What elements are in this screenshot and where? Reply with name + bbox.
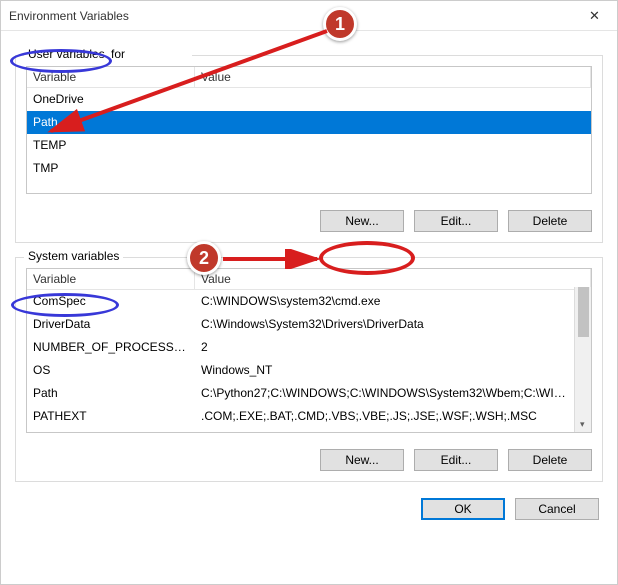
- dialog-content: User variables for Variable Value OneDri…: [1, 31, 617, 534]
- system-variables-label: System variables: [24, 249, 123, 263]
- variable-name: OS: [27, 359, 195, 382]
- variable-name: PATHEXT: [27, 405, 195, 428]
- list-item[interactable]: NUMBER_OF_PROCESSORS2: [27, 336, 574, 359]
- user-edit-button[interactable]: Edit...: [414, 210, 498, 232]
- system-edit-button[interactable]: Edit...: [414, 449, 498, 471]
- scrollbar[interactable]: ▾: [574, 287, 591, 432]
- environment-variables-dialog: Environment Variables ✕ User variables f…: [0, 0, 618, 585]
- user-new-button[interactable]: New...: [320, 210, 404, 232]
- header-variable[interactable]: Variable: [27, 269, 195, 289]
- list-item[interactable]: TEMP: [27, 134, 591, 157]
- variable-value: 2: [195, 336, 574, 359]
- variable-value: [195, 88, 591, 111]
- list-header: Variable Value: [27, 269, 591, 290]
- variable-name: OneDrive: [27, 88, 195, 111]
- list-item[interactable]: DriverDataC:\Windows\System32\Drivers\Dr…: [27, 313, 574, 336]
- close-icon: ✕: [589, 8, 600, 24]
- list-header: Variable Value: [27, 67, 591, 88]
- list-item[interactable]: PathC:\Python27;C:\WINDOWS;C:\WINDOWS\Sy…: [27, 382, 574, 405]
- variable-name: DriverData: [27, 313, 195, 336]
- variable-name: Path: [27, 111, 195, 134]
- variable-name: NUMBER_OF_PROCESSORS: [27, 336, 195, 359]
- variable-value: C:\Python27;C:\WINDOWS;C:\WINDOWS\System…: [195, 382, 574, 405]
- header-value[interactable]: Value: [195, 269, 591, 289]
- window-title: Environment Variables: [9, 9, 129, 23]
- header-variable[interactable]: Variable: [27, 67, 195, 87]
- dialog-buttons-row: OK Cancel: [15, 498, 603, 520]
- user-buttons-row: New... Edit... Delete: [26, 210, 592, 232]
- variable-value: [195, 134, 591, 157]
- variable-value: .COM;.EXE;.BAT;.CMD;.VBS;.VBE;.JS;.JSE;.…: [195, 405, 574, 428]
- variable-name: ComSpec: [27, 290, 195, 313]
- variable-value: AMD64: [195, 428, 574, 433]
- header-value[interactable]: Value: [195, 67, 591, 87]
- system-buttons-row: New... Edit... Delete: [26, 449, 592, 471]
- list-item[interactable]: ComSpecC:\WINDOWS\system32\cmd.exe: [27, 290, 574, 313]
- variable-name: TEMP: [27, 134, 195, 157]
- user-variables-list[interactable]: Variable Value OneDrivePathTEMPTMP: [26, 66, 592, 194]
- cancel-button[interactable]: Cancel: [515, 498, 599, 520]
- variable-value: C:\WINDOWS\system32\cmd.exe: [195, 290, 574, 313]
- variable-name: PROCESSOR_ARCHITECTURE: [27, 428, 195, 433]
- list-item[interactable]: OSWindows_NT: [27, 359, 574, 382]
- titlebar: Environment Variables ✕: [1, 1, 617, 31]
- variable-name: TMP: [27, 157, 195, 180]
- list-item[interactable]: Path: [27, 111, 591, 134]
- list-item[interactable]: TMP: [27, 157, 591, 180]
- variable-value: [195, 157, 591, 180]
- variable-value: Windows_NT: [195, 359, 574, 382]
- variable-name: Path: [27, 382, 195, 405]
- system-variables-list[interactable]: Variable Value ComSpecC:\WINDOWS\system3…: [26, 268, 592, 433]
- user-variables-label: User variables for: [24, 47, 192, 61]
- ok-button[interactable]: OK: [421, 498, 505, 520]
- variable-value: C:\Windows\System32\Drivers\DriverData: [195, 313, 574, 336]
- variable-value: [195, 111, 591, 134]
- system-delete-button[interactable]: Delete: [508, 449, 592, 471]
- user-variables-group: User variables for Variable Value OneDri…: [15, 55, 603, 243]
- list-item[interactable]: PROCESSOR_ARCHITECTUREAMD64: [27, 428, 574, 433]
- close-button[interactable]: ✕: [572, 1, 617, 31]
- list-item[interactable]: OneDrive: [27, 88, 591, 111]
- scroll-down-icon[interactable]: ▾: [580, 419, 585, 430]
- system-variables-group: System variables Variable Value ComSpecC…: [15, 257, 603, 482]
- list-item[interactable]: PATHEXT.COM;.EXE;.BAT;.CMD;.VBS;.VBE;.JS…: [27, 405, 574, 428]
- user-delete-button[interactable]: Delete: [508, 210, 592, 232]
- system-new-button[interactable]: New...: [320, 449, 404, 471]
